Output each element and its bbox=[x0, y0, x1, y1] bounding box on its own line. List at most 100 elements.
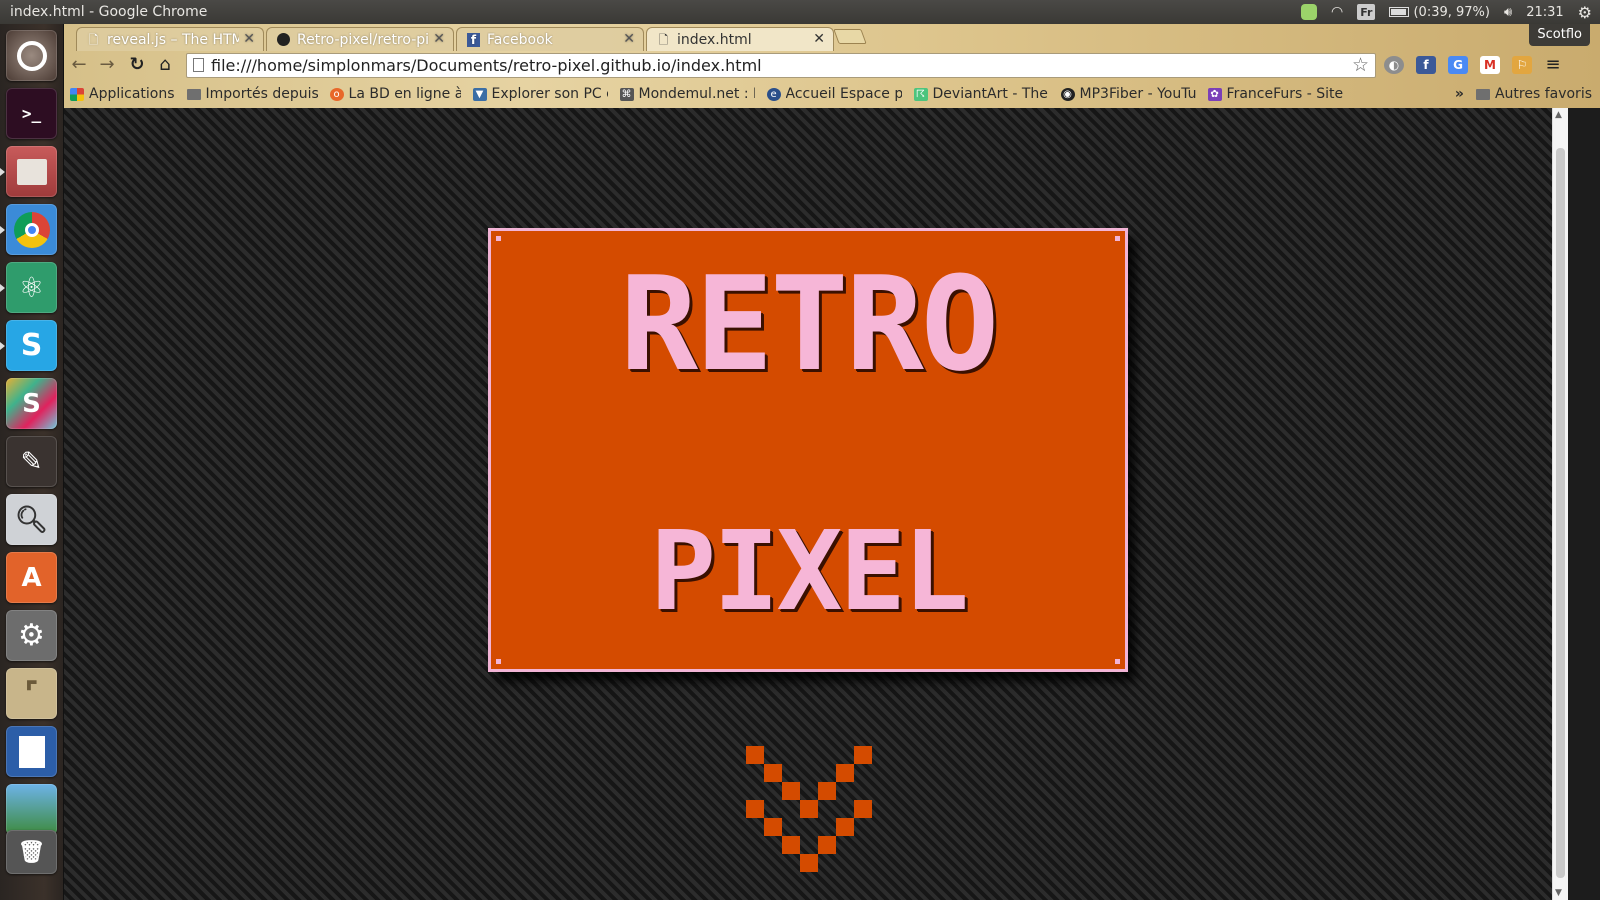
arrow-pixel bbox=[800, 854, 818, 872]
reload-icon[interactable]: ↻ bbox=[126, 54, 148, 76]
atom-icon[interactable]: ⚛ bbox=[6, 262, 57, 313]
back-arrow-icon[interactable]: ← bbox=[68, 54, 90, 76]
title-line-pixel: PIXEL bbox=[649, 507, 969, 635]
arrow-pixel bbox=[836, 764, 854, 782]
scroll-down-small-arrow-icon[interactable]: ▼ bbox=[1555, 888, 1562, 898]
facebook-icon: f bbox=[467, 33, 480, 47]
page-viewport: RETRO PIXEL bbox=[64, 108, 1552, 900]
paw-icon: ✿ bbox=[1207, 87, 1222, 101]
window-title: index.html - Google Chrome bbox=[10, 4, 208, 20]
slack-icon[interactable]: S bbox=[6, 378, 57, 429]
wifi-icon[interactable]: ◠ bbox=[1331, 4, 1343, 20]
battery-status: (0:39, 97%) bbox=[1413, 4, 1490, 20]
forward-arrow-icon[interactable]: → bbox=[96, 54, 118, 76]
bookmark-bd-en-ligne[interactable]: o La BD en ligne à l bbox=[324, 86, 467, 102]
image-viewer-icon[interactable]: 🔍︎ bbox=[6, 494, 57, 545]
chevron-double-right-icon: » bbox=[1454, 86, 1464, 102]
scroll-up-arrow-icon[interactable]: ▲ bbox=[1555, 110, 1562, 120]
chrome-icon[interactable] bbox=[6, 204, 57, 255]
arrow-pixel bbox=[818, 836, 836, 854]
indicator-area: ◠ Fr (0:39, 97%) 🔊︎ 21:31 ⚙ bbox=[1301, 3, 1600, 22]
arrow-pixel bbox=[746, 746, 764, 764]
messaging-indicator-icon[interactable] bbox=[1301, 4, 1318, 20]
bookmark-deviantart[interactable]: ☈ DeviantArt - The l bbox=[908, 86, 1055, 102]
trash-icon[interactable]: 🗑︎ bbox=[6, 830, 57, 874]
bookmark-francefurs[interactable]: ✿ FranceFurs - Site bbox=[1202, 86, 1349, 102]
tab-strip: 🗋︎ reveal.js – The HTML ✕ Retro-pixel/re… bbox=[64, 24, 1600, 51]
system-settings-icon[interactable]: ⚙ bbox=[6, 610, 57, 661]
page-favicon-icon: 🗋︎ bbox=[658, 33, 669, 47]
new-tab-button[interactable] bbox=[833, 29, 867, 44]
volume-icon[interactable]: 🔊︎ bbox=[1504, 5, 1512, 20]
arrow-pixel bbox=[854, 746, 872, 764]
title-line-retro: RETRO bbox=[619, 248, 999, 400]
arrow-pixel bbox=[854, 800, 872, 818]
browser-chrome: 🗋︎ reveal.js – The HTML ✕ Retro-pixel/re… bbox=[64, 24, 1600, 108]
extension-shield-icon[interactable]: ◐ bbox=[1384, 56, 1404, 74]
home-icon[interactable]: ⌂ bbox=[154, 54, 176, 76]
shield-icon: ▼ bbox=[472, 87, 487, 101]
bookmark-mp3fiber[interactable]: ◉ MP3Fiber - YouTu bbox=[1055, 86, 1202, 102]
page-favicon-icon: 🗋︎ bbox=[88, 33, 99, 47]
tab-facebook[interactable]: f Facebook ✕ bbox=[456, 27, 644, 51]
bookmark-mondemul[interactable]: ⌘ Mondemul.net : L bbox=[614, 86, 761, 102]
bookmark-importes[interactable]: Importés depuis bbox=[181, 86, 324, 102]
terminal-icon[interactable]: >_ bbox=[6, 88, 57, 139]
unity-launcher: >_ ⚛ S S ✎ 🔍︎ A ⚙ ⌜ 🗑︎ bbox=[0, 24, 64, 900]
clock[interactable]: 21:31 bbox=[1526, 5, 1563, 20]
gamepad-icon: ⌘ bbox=[619, 87, 634, 101]
browser-toolbar: ← → ↻ ⌂ file:///home/simplonmars/Documen… bbox=[64, 50, 1600, 80]
chrome-menu-icon[interactable]: ≡ bbox=[1542, 54, 1564, 76]
text-editor-icon[interactable]: ⌜ bbox=[6, 668, 57, 719]
bookmark-star-icon[interactable]: ☆ bbox=[1352, 54, 1369, 77]
corner-rivet bbox=[1115, 236, 1120, 241]
software-center-icon[interactable]: A bbox=[6, 552, 57, 603]
close-tab-icon[interactable]: ✕ bbox=[433, 31, 445, 47]
arrow-pixel bbox=[800, 800, 818, 818]
corner-rivet bbox=[1115, 659, 1120, 664]
bookmark-accueil-espace[interactable]: e Accueil Espace pe bbox=[761, 86, 908, 102]
tab-github[interactable]: Retro-pixel/retro-pi ✕ bbox=[266, 27, 454, 51]
other-bookmarks-folder[interactable]: Autres favoris bbox=[1470, 86, 1600, 102]
battery-indicator[interactable]: (0:39, 97%) bbox=[1389, 5, 1490, 20]
arrow-pixel bbox=[836, 818, 854, 836]
image-editor-icon[interactable] bbox=[6, 784, 57, 835]
arrow-pixel bbox=[764, 764, 782, 782]
close-tab-icon[interactable]: ✕ bbox=[243, 31, 255, 47]
folder-icon bbox=[186, 88, 201, 100]
ubuntu-dash-icon[interactable] bbox=[6, 30, 57, 81]
title-slide-card: RETRO PIXEL bbox=[488, 228, 1128, 672]
mp3fiber-icon: ◉ bbox=[1060, 87, 1075, 101]
paint-brush-icon[interactable]: ✎ bbox=[6, 436, 57, 487]
keyboard-layout-indicator[interactable]: Fr bbox=[1357, 4, 1376, 20]
arrow-pixel bbox=[782, 836, 800, 854]
gmail-extension-icon[interactable]: M bbox=[1480, 56, 1500, 74]
espace-site-icon: e bbox=[766, 87, 781, 101]
apps-grid-icon bbox=[70, 87, 84, 101]
gear-icon[interactable]: ⚙ bbox=[1578, 3, 1592, 22]
tab-index[interactable]: 🗋︎ index.html ✕ bbox=[646, 27, 834, 51]
corner-rivet bbox=[496, 236, 501, 241]
address-bar[interactable]: file:///home/simplonmars/Documents/retro… bbox=[186, 53, 1376, 78]
writer-icon[interactable] bbox=[6, 726, 57, 777]
tab-reveal[interactable]: 🗋︎ reveal.js – The HTML ✕ bbox=[76, 27, 264, 51]
facebook-extension-icon[interactable]: f bbox=[1416, 56, 1436, 74]
close-tab-icon[interactable]: ✕ bbox=[623, 31, 635, 47]
window-edge bbox=[1568, 108, 1600, 900]
github-icon bbox=[277, 33, 290, 46]
bookmark-applications[interactable]: Applications bbox=[64, 86, 181, 102]
skype-icon[interactable]: S bbox=[6, 320, 57, 371]
close-tab-icon[interactable]: ✕ bbox=[813, 31, 825, 47]
profile-badge[interactable]: Scotflo bbox=[1529, 24, 1590, 46]
translate-extension-icon[interactable]: G bbox=[1448, 56, 1468, 74]
deviantart-icon: ☈ bbox=[913, 87, 928, 101]
scroll-down-arrow-icon[interactable] bbox=[746, 746, 874, 874]
scroll-thumb[interactable] bbox=[1556, 148, 1565, 878]
bookmark-explorer-pc[interactable]: ▼ Explorer son PC e bbox=[467, 86, 614, 102]
bookmarks-overflow-button[interactable]: » bbox=[1449, 86, 1470, 102]
files-icon[interactable] bbox=[6, 146, 57, 197]
bookmark-manager-icon[interactable]: ⚐ bbox=[1512, 56, 1532, 74]
url-text: file:///home/simplonmars/Documents/retro… bbox=[211, 56, 762, 75]
vertical-scrollbar[interactable]: ▲ ▼ bbox=[1552, 108, 1568, 900]
page-icon bbox=[193, 58, 204, 72]
